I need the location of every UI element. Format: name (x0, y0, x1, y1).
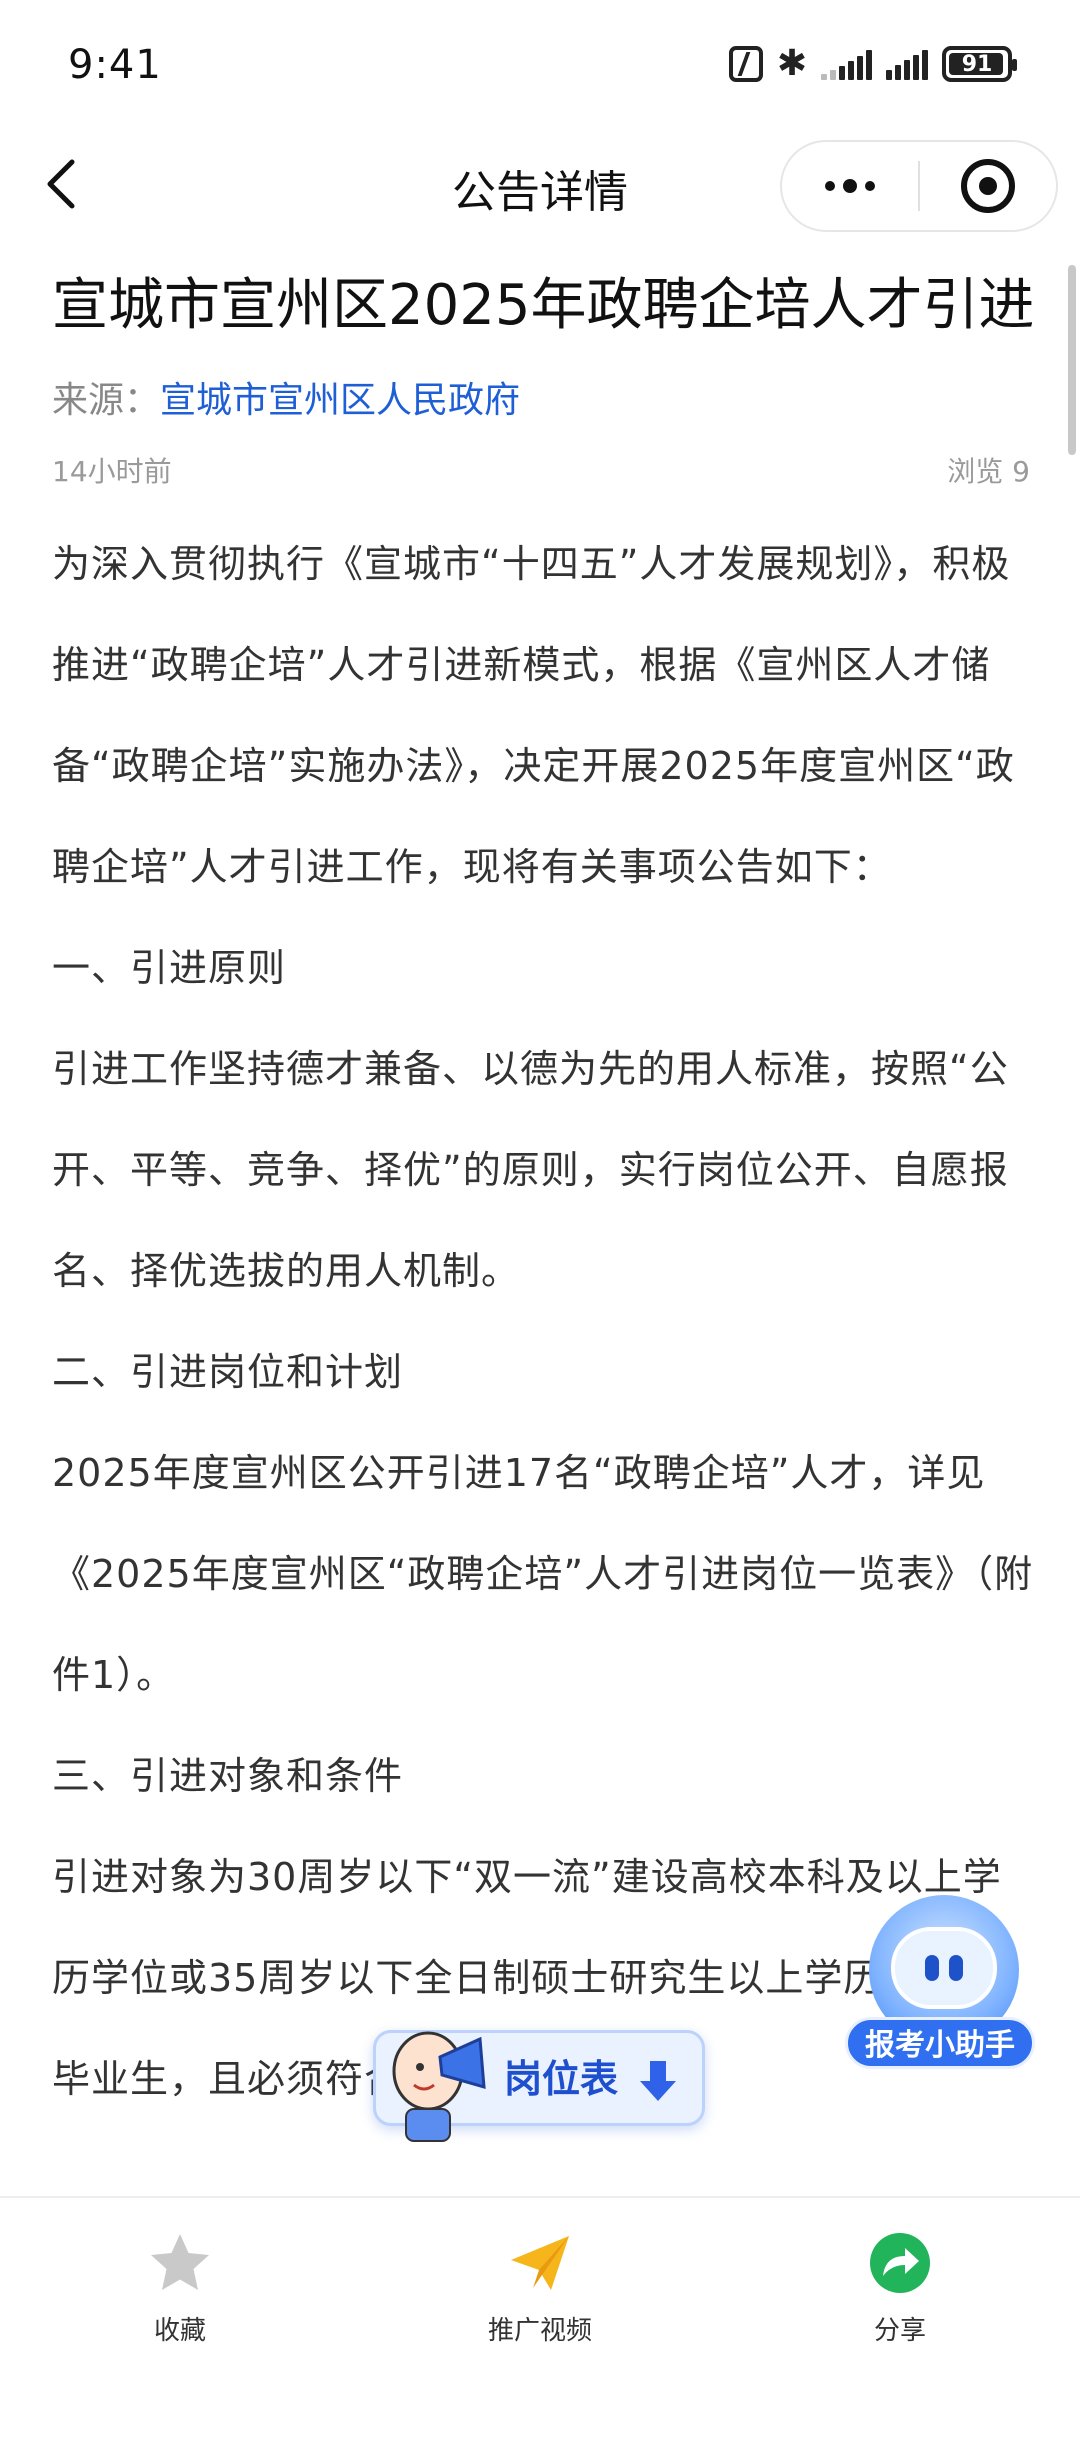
publish-time: 14小时前 (52, 455, 172, 488)
section-heading: 三、引进对象和条件 (52, 1754, 404, 1798)
post-table-label: 岗位表 (504, 2057, 619, 2101)
paragraph: 引进工作坚持德才兼备、以德为先的用人标准，按照“公开、平等、竞争、择优”的原则，… (52, 1047, 1009, 1293)
promo-video-button[interactable]: 推广视频 (440, 2230, 640, 2347)
status-bar: 9:41 ✱ 91 (0, 0, 1080, 130)
section-heading: 二、引进岗位和计划 (52, 1350, 404, 1394)
article-title: 宣城市宣州区2025年政聘企培人才引进 (52, 273, 1032, 338)
paragraph: 2025年度宣州区公开引进17名“政聘企培”人才，详见《2025年度宣州区“政聘… (52, 1451, 1034, 1697)
megaphone-mascot-icon (392, 2031, 486, 2142)
robot-face (891, 1927, 997, 2009)
meta-row: 14小时前 浏览 9 (52, 452, 1030, 492)
article-body: 为深入贯彻执行《宣城市“十四五”人才发展规划》，积极推进“政聘企培”人才引进新模… (52, 514, 1036, 2130)
source-row: 来源：宣城市宣州区人民政府 (52, 376, 1032, 426)
announcement-detail-page: 9:41 ✱ 91 公告详情 宣城市宣州区2025年政聘企培人才引进 来源：宣城… (0, 0, 1080, 2438)
paper-plane-icon (511, 2236, 569, 2290)
source-label: 来源： (52, 380, 161, 421)
nfc-icon (728, 46, 763, 82)
close-miniprogram-button[interactable] (920, 142, 1056, 230)
miniprogram-capsule (780, 140, 1058, 232)
signal-icon (821, 48, 872, 80)
nav-bar: 公告详情 (0, 130, 1080, 240)
section-heading: 一、引进原则 (52, 946, 287, 990)
favorite-label: 收藏 (153, 2316, 206, 2346)
share-label: 分享 (873, 2316, 926, 2346)
status-time: 9:41 (68, 42, 162, 88)
view-count: 浏览 9 (947, 455, 1030, 488)
exam-assistant-button[interactable]: 报考小助手 (845, 1895, 1035, 2075)
share-icon (870, 2233, 930, 2293)
more-dots-icon (825, 181, 835, 191)
more-menu-button[interactable] (782, 142, 918, 230)
bluetooth-icon: ✱ (776, 43, 807, 84)
bottom-action-bar: 收藏 推广视频 分享 (0, 2196, 1080, 2438)
share-button[interactable]: 分享 (800, 2230, 1000, 2347)
paragraph: 为深入贯彻执行《宣城市“十四五”人才发展规划》，积极推进“政聘企培”人才引进新模… (52, 542, 1015, 889)
battery-icon: 91 (942, 46, 1017, 82)
status-icons: ✱ 91 (728, 43, 1017, 84)
favorite-button[interactable]: 收藏 (80, 2230, 280, 2347)
star-icon (151, 2234, 209, 2290)
signal-icon (886, 48, 928, 80)
promo-video-label: 推广视频 (487, 2316, 592, 2346)
scrollbar[interactable] (1068, 265, 1076, 455)
article: 宣城市宣州区2025年政聘企培人才引进 来源：宣城市宣州区人民政府 14小时前 … (52, 266, 1032, 2130)
post-table-button[interactable]: 岗位表 (373, 2030, 705, 2142)
battery-level: 91 (961, 51, 993, 77)
exam-assistant-label: 报考小助手 (845, 2017, 1035, 2069)
target-icon (960, 159, 1015, 213)
source-link[interactable]: 宣城市宣州区人民政府 (160, 380, 520, 421)
arrow-down-icon (640, 2061, 676, 2101)
